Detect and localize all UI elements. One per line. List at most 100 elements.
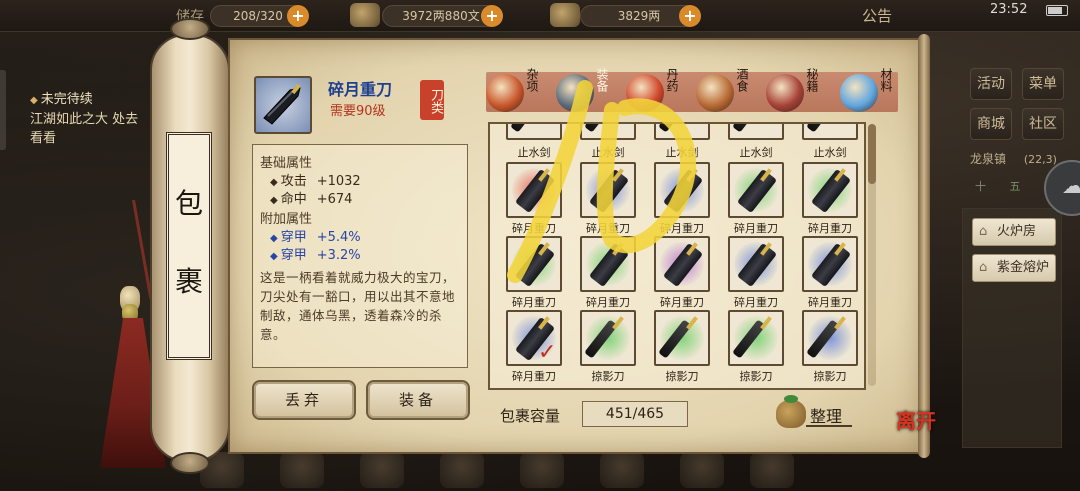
slot-label: 掠影刀 xyxy=(591,370,625,383)
category-icon xyxy=(840,74,878,112)
heavy-blade-icon xyxy=(263,83,301,125)
category-label: 杂项 xyxy=(525,68,539,92)
inventory-slot[interactable] xyxy=(580,124,636,140)
quest-tracker[interactable]: 未完待续 江湖如此之大 处去看看 xyxy=(30,90,150,148)
inventory-slot[interactable] xyxy=(580,310,636,366)
scroll-right-roll xyxy=(918,34,930,458)
category-tab[interactable]: 秘籍 xyxy=(766,68,832,118)
shop-button[interactable]: 商城 xyxy=(970,108,1012,140)
inventory-slot[interactable] xyxy=(802,310,858,366)
sword-icon xyxy=(510,124,544,133)
category-tab[interactable]: 杂项 xyxy=(486,68,552,118)
slot-label: 碎月重刀 xyxy=(660,222,704,235)
slot-label: 碎月重刀 xyxy=(512,296,556,309)
sword-icon xyxy=(806,124,840,133)
bottom-nav-icon[interactable] xyxy=(520,452,564,488)
slot-label: 碎月重刀 xyxy=(586,296,630,309)
slot-label: 碎月重刀 xyxy=(660,296,704,309)
bottom-nav-icon[interactable] xyxy=(440,452,484,488)
capacity-value: 451/465 xyxy=(582,401,688,427)
bottom-nav-icon[interactable] xyxy=(360,452,404,488)
inventory-slot[interactable] xyxy=(506,124,562,140)
slot-label: 掠影刀 xyxy=(739,370,773,383)
money-bag-icon xyxy=(776,395,806,428)
inventory-slot[interactable] xyxy=(506,162,562,218)
inventory-slot[interactable] xyxy=(802,236,858,292)
activity-button[interactable]: 活动 xyxy=(970,68,1012,100)
inventory-slot[interactable] xyxy=(580,162,636,218)
category-icon xyxy=(556,74,594,112)
slot-label: 掠影刀 xyxy=(813,370,847,383)
location-sub: 十 五 xyxy=(975,180,1031,193)
add-gold-button[interactable]: + xyxy=(679,5,701,27)
slot-label: 掠影刀 xyxy=(665,370,699,383)
community-button[interactable]: 社区 xyxy=(1022,108,1064,140)
inventory-slot[interactable] xyxy=(802,162,858,218)
inventory-slot[interactable] xyxy=(654,310,710,366)
inventory-slot[interactable] xyxy=(728,162,784,218)
inventory-scroll-thumb[interactable] xyxy=(868,124,876,184)
gold-amount: 3829两 + xyxy=(580,5,701,27)
inventory-slot[interactable] xyxy=(580,236,636,292)
furnace-room-link[interactable]: 火炉房 xyxy=(972,218,1056,246)
extra-stat-row: ◆ 穿甲 +3.2% xyxy=(270,248,361,263)
copper-amount: 3972两880文 + xyxy=(382,5,503,27)
add-storage-button[interactable]: + xyxy=(287,5,309,27)
announcement-button[interactable]: 公告 xyxy=(862,5,892,26)
scroll-title-plate xyxy=(166,132,212,360)
inventory-slot[interactable] xyxy=(654,236,710,292)
menu-button[interactable]: 菜单 xyxy=(1022,68,1064,100)
category-tab[interactable]: 酒食 xyxy=(696,68,762,118)
inventory-slot[interactable] xyxy=(506,236,562,292)
bottom-nav-icon[interactable] xyxy=(600,452,644,488)
inventory-slot[interactable] xyxy=(654,124,710,140)
storage-capacity: 208/320 + xyxy=(210,5,309,27)
purple-gold-furnace-link[interactable]: 紫金熔炉 xyxy=(972,254,1056,282)
category-icon xyxy=(696,74,734,112)
left-edge-tab[interactable] xyxy=(0,70,6,150)
slot-label: 碎月重刀 xyxy=(808,222,852,235)
inventory-slot[interactable]: ✓ xyxy=(506,310,562,366)
add-copper-button[interactable]: + xyxy=(481,5,503,27)
base-attributes-title: 基础属性 xyxy=(260,156,313,171)
slot-label: 碎月重刀 xyxy=(512,370,556,383)
equip-button[interactable]: 装备 xyxy=(366,380,470,420)
inventory-slot[interactable] xyxy=(654,162,710,218)
bottom-nav-icon[interactable] xyxy=(280,452,324,488)
slot-label: 碎月重刀 xyxy=(808,296,852,309)
category-tab[interactable]: 丹药 xyxy=(626,68,692,118)
category-label: 秘籍 xyxy=(805,68,819,92)
sort-button[interactable]: 整理 xyxy=(776,395,852,430)
quest-text: 江湖如此之大 处去看看 xyxy=(30,112,139,146)
clock: 23:52 xyxy=(990,2,1028,17)
inventory-slot[interactable] xyxy=(728,236,784,292)
bottom-nav-icon[interactable] xyxy=(750,452,794,488)
slot-label: 止水剑 xyxy=(591,146,625,159)
category-tab[interactable]: 装备 xyxy=(556,68,622,118)
inventory-slot[interactable] xyxy=(728,310,784,366)
leave-button[interactable]: 离开 xyxy=(896,410,946,460)
extra-attributes-title: 附加属性 xyxy=(260,212,313,227)
slot-label: 止水剑 xyxy=(739,146,773,159)
category-tab[interactable]: 材料 xyxy=(840,68,906,118)
inventory-slot[interactable] xyxy=(728,124,784,140)
category-label: 丹药 xyxy=(665,68,679,92)
discard-button[interactable]: 丢弃 xyxy=(252,380,356,420)
bottom-nav-icon[interactable] xyxy=(680,452,724,488)
slot-label: 碎月重刀 xyxy=(734,296,778,309)
inventory-slot[interactable] xyxy=(802,124,858,140)
scroll-title-char: 包 xyxy=(174,187,203,220)
base-stat-row: ◆ 攻击 +1032 xyxy=(270,174,361,189)
slot-label: 碎月重刀 xyxy=(512,222,556,235)
gold-ingot-icon xyxy=(550,3,580,27)
location-coords: (22,3) xyxy=(1023,153,1057,166)
category-label: 装备 xyxy=(595,68,609,92)
capacity-label: 包裹容量 xyxy=(500,407,561,425)
item-level-requirement: 需要90级 xyxy=(330,104,386,119)
copper-coin-icon xyxy=(350,3,380,27)
item-description: 这是一柄看着就威力极大的宝刀，刀尖处有一豁口，用以出其不意地制敌，通体乌黑，透着… xyxy=(260,270,456,342)
item-type-tag: 刀类 xyxy=(420,80,444,120)
slot-label: 碎月重刀 xyxy=(734,222,778,235)
category-icon xyxy=(766,74,804,112)
selected-item-icon xyxy=(254,76,312,134)
